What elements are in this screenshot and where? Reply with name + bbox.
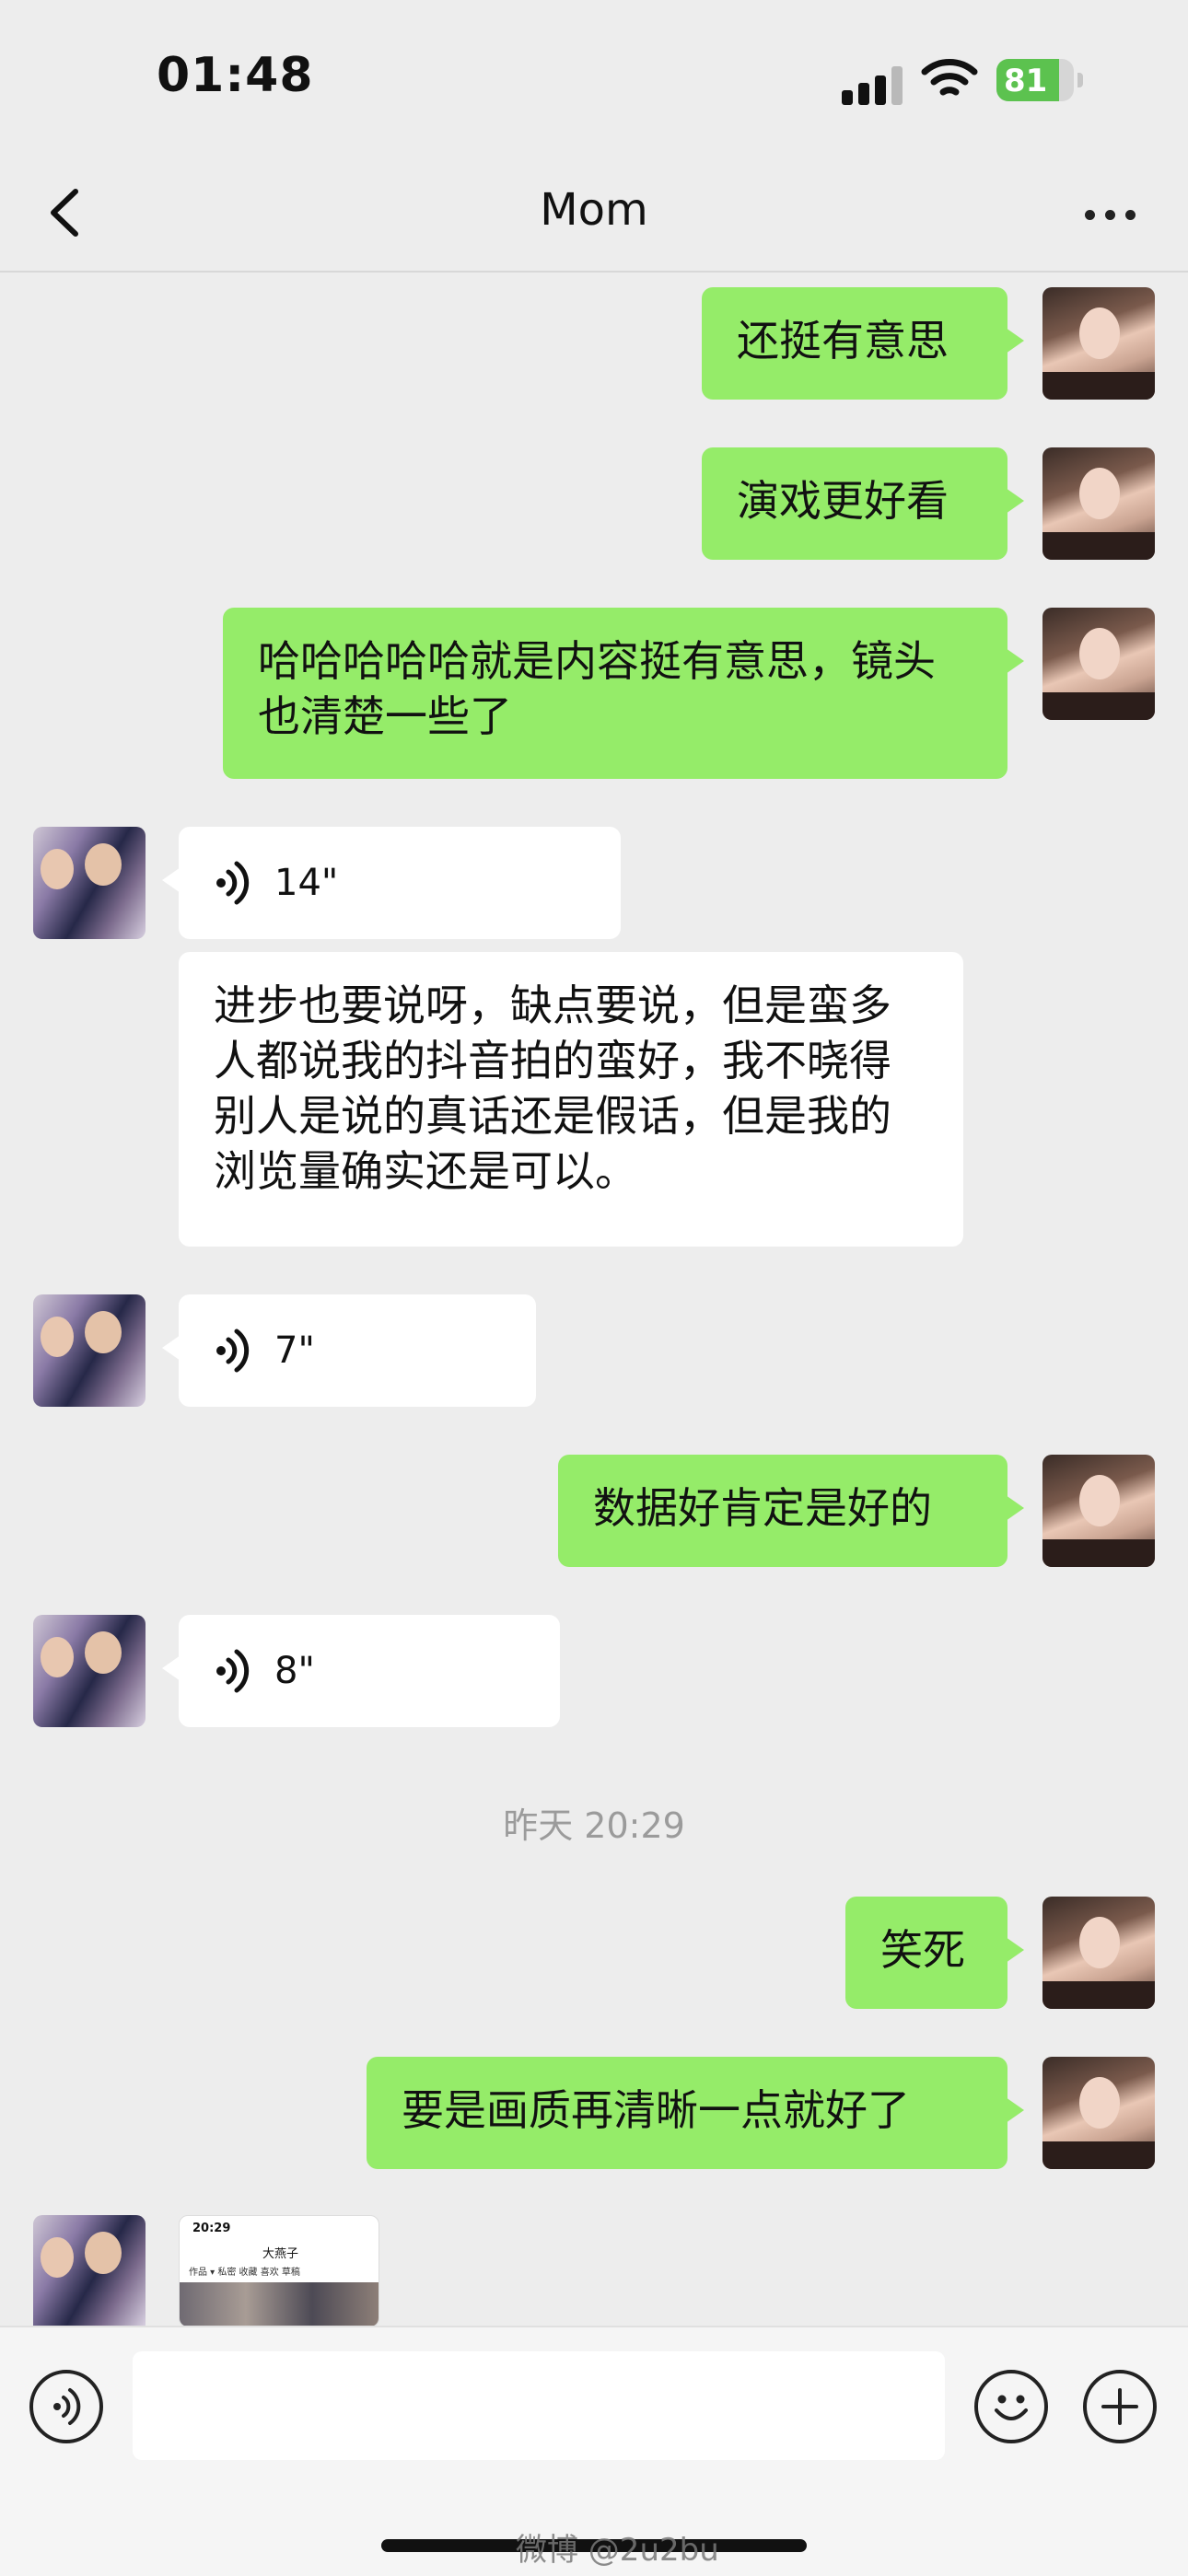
battery-icon: 81 <box>996 59 1083 101</box>
voice-message[interactable]: 14" <box>162 827 621 939</box>
thumbnail-tabs: 作品 ▾ 私密 收藏 喜欢 草稿 <box>189 2268 300 2278</box>
voice-duration: 14" <box>274 862 339 904</box>
mom-avatar[interactable] <box>33 2215 146 2326</box>
add-icon[interactable] <box>1083 2370 1157 2443</box>
voice-wave-icon <box>216 861 250 905</box>
wifi-icon <box>921 59 978 96</box>
my-avatar[interactable] <box>1042 2057 1155 2169</box>
status-bar: 01:48 81 <box>0 0 1188 157</box>
chat-timestamp: 昨天 20:29 <box>503 1805 685 1846</box>
my-avatar[interactable] <box>1042 1897 1155 2009</box>
received-message[interactable]: 进步也要说呀，缺点要说，但是蛮多人都说我的抖音拍的蛮好，我不晓得别人是说的真话还… <box>179 952 963 1247</box>
sent-message[interactable]: 笑死 <box>845 1897 1024 2009</box>
chat-header: Mom <box>0 157 1188 273</box>
message-input[interactable] <box>133 2351 945 2460</box>
my-avatar[interactable] <box>1042 287 1155 400</box>
thumbnail-photos <box>180 2282 379 2327</box>
voice-mode-icon[interactable] <box>29 2370 103 2443</box>
watermark: 微博 @2u2bu <box>516 2532 719 2569</box>
voice-wave-icon <box>216 1649 250 1693</box>
voice-duration: 7" <box>274 1329 315 1372</box>
my-avatar[interactable] <box>1042 608 1155 720</box>
voice-wave-icon <box>216 1329 250 1373</box>
status-time: 01:48 <box>157 48 314 103</box>
sent-message[interactable]: 要是画质再清晰一点就好了 <box>367 2057 1024 2169</box>
thumbnail-title: 大燕子 <box>262 2247 299 2261</box>
image-message[interactable]: 20:29 大燕子 作品 ▾ 私密 收藏 喜欢 草稿 <box>179 2215 379 2327</box>
mom-avatar[interactable] <box>33 1615 146 1727</box>
signal-icon <box>842 66 903 105</box>
more-icon[interactable] <box>1077 186 1142 241</box>
chat-title: Mom <box>540 184 648 236</box>
sent-message[interactable]: 哈哈哈哈哈就是内容挺有意思，镜头也清楚一些了 <box>223 608 1024 779</box>
emoji-icon[interactable] <box>974 2370 1048 2443</box>
sent-message[interactable]: 演戏更好看 <box>702 447 1024 560</box>
thumbnail-time: 20:29 <box>192 2222 231 2235</box>
mom-avatar[interactable] <box>33 827 146 939</box>
battery-percentage: 81 <box>1004 63 1048 99</box>
my-avatar[interactable] <box>1042 1455 1155 1567</box>
voice-message[interactable]: 8" <box>162 1615 560 1727</box>
mom-avatar[interactable] <box>33 1294 146 1407</box>
voice-message[interactable]: 7" <box>162 1294 536 1407</box>
my-avatar[interactable] <box>1042 447 1155 560</box>
sent-message[interactable]: 数据好肯定是好的 <box>558 1455 1024 1567</box>
voice-duration: 8" <box>274 1650 315 1692</box>
sent-message[interactable]: 还挺有意思 <box>702 287 1024 400</box>
